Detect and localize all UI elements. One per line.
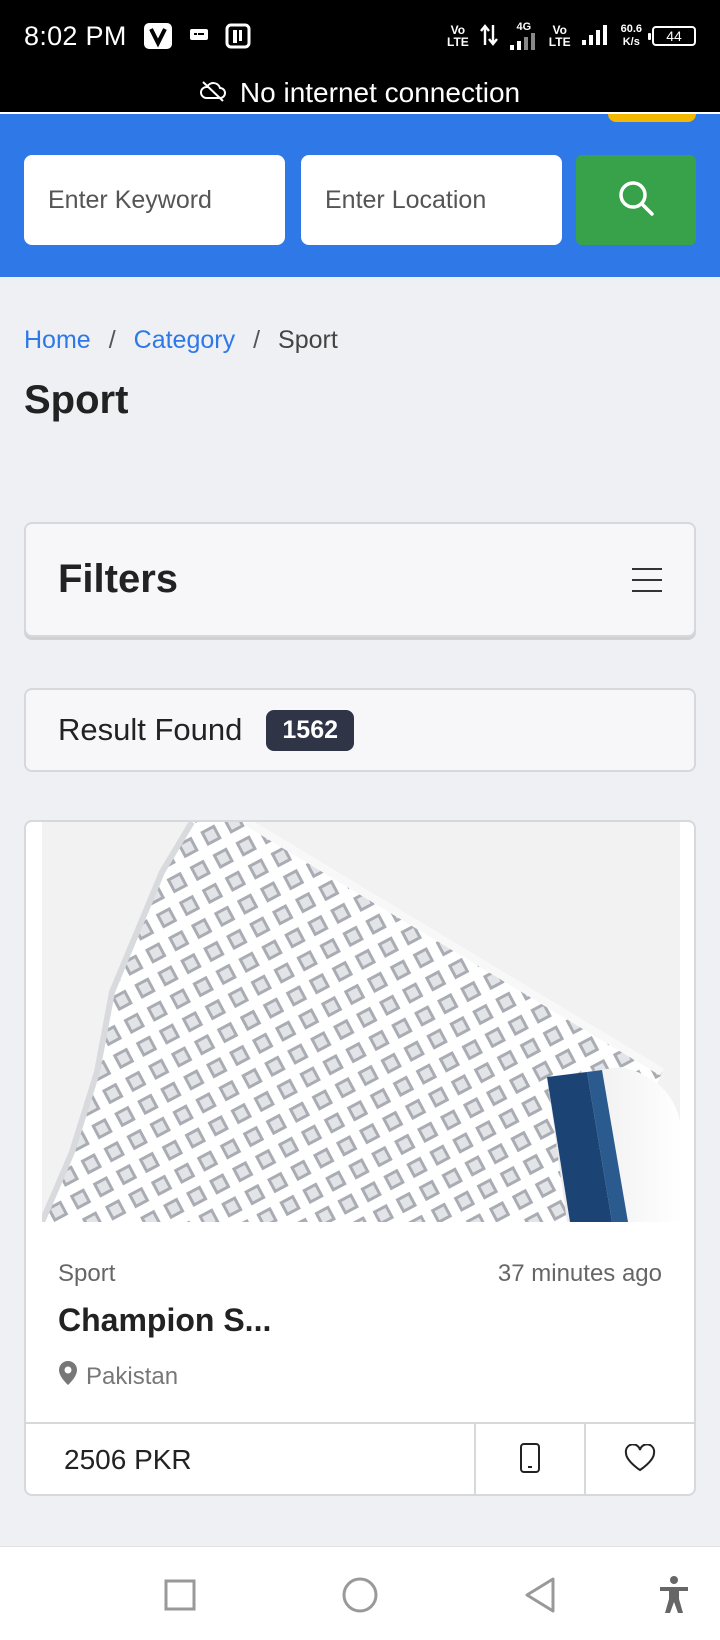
volte-indicator-2: Vo LTE	[548, 23, 571, 49]
status-bar: 8:02 PM Vo LTE 4G Vo LTE 60.6 K/s 44	[0, 0, 720, 72]
message-icon	[189, 27, 209, 45]
offline-banner: No internet connection	[0, 72, 720, 114]
signal-4g-icon: 4G	[509, 21, 539, 51]
cloud-off-icon	[199, 77, 226, 109]
location-input[interactable]	[301, 155, 562, 245]
home-circle-icon[interactable]	[338, 1573, 382, 1617]
volte-indicator: Vo LTE	[447, 23, 469, 49]
status-time: 8:02 PM	[24, 20, 127, 51]
listing-card[interactable]: Sport 37 minutes ago Champion S... Pakis…	[24, 820, 696, 1496]
breadcrumb: Home / Category / Sport	[24, 326, 338, 355]
signal-bars-icon	[581, 24, 611, 49]
net-speed: 60.6 K/s	[620, 23, 642, 48]
listing-time: 37 minutes ago	[497, 1260, 662, 1287]
breadcrumb-separator: /	[108, 326, 116, 354]
offline-text: No internet connection	[239, 77, 521, 108]
back-triangle-icon[interactable]	[518, 1573, 562, 1617]
listing-location: Pakistan	[58, 1360, 178, 1393]
search-button[interactable]	[576, 155, 696, 245]
listing-price: 2506 PKR	[64, 1444, 192, 1475]
breadcrumb-current: Sport	[278, 326, 338, 354]
hamburger-menu-icon[interactable]	[632, 567, 662, 592]
breadcrumb-separator: /	[253, 326, 261, 354]
breadcrumb-home[interactable]: Home	[24, 326, 91, 355]
location-pin-icon	[58, 1360, 78, 1393]
recent-apps-icon[interactable]	[158, 1573, 202, 1617]
header-accent-tab[interactable]	[608, 114, 696, 122]
listing-title[interactable]: Champion S...	[58, 1302, 271, 1339]
result-label: Result Found	[58, 712, 243, 747]
keyword-input[interactable]	[24, 155, 285, 245]
accessibility-icon[interactable]	[652, 1573, 696, 1617]
parking-app-icon	[225, 23, 251, 49]
battery-icon: 44	[648, 26, 696, 46]
data-arrows-icon	[479, 23, 499, 50]
system-nav-bar	[0, 1546, 720, 1640]
result-count-badge: 1562	[266, 709, 355, 751]
search-icon	[616, 178, 656, 223]
page-title: Sport	[24, 378, 129, 422]
listing-location-text: Pakistan	[86, 1362, 179, 1390]
badminton-shuttlecock-image[interactable]	[42, 822, 680, 1222]
result-count-bar: Result Found 1562	[24, 688, 696, 772]
call-button[interactable]	[474, 1424, 584, 1494]
phone-icon	[519, 1442, 541, 1478]
breadcrumb-category[interactable]: Category	[134, 326, 235, 355]
filters-toggle[interactable]: Filters	[24, 522, 696, 637]
vpn-v-icon	[143, 22, 173, 50]
favorite-button[interactable]	[584, 1424, 694, 1494]
search-header	[0, 114, 720, 277]
listing-category: Sport	[58, 1260, 116, 1287]
listing-footer: 2506 PKR	[26, 1422, 694, 1494]
listing-meta: Sport 37 minutes ago	[58, 1260, 662, 1288]
heart-icon	[624, 1442, 656, 1477]
filters-title: Filters	[58, 557, 179, 601]
